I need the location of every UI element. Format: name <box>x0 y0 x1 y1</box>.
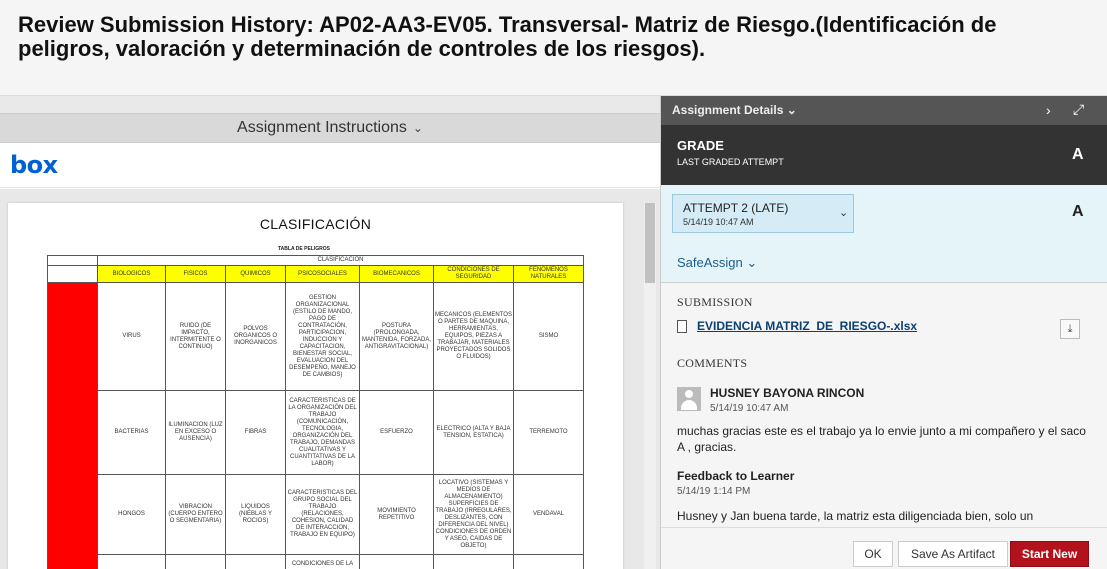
table-cell <box>513 554 584 569</box>
table-cell: MECANICOS (ELEMENTOS O PARTES DE MAQUINA… <box>433 282 514 391</box>
file-icon <box>677 320 687 334</box>
comment-date: 5/14/19 10:47 AM <box>710 403 789 414</box>
details-panel: Assignment Details ⌄ › ⤢ GRADE LAST GRAD… <box>660 96 1107 569</box>
table-cell: RUIDO (DE IMPACTO, INTERMITENTE O CONTIN… <box>165 282 226 391</box>
submission-file-link[interactable]: EVIDENCIA MATRIZ_DE_RIESGO-.xlsx <box>697 319 917 333</box>
table-cell <box>47 255 98 266</box>
grade-value: A <box>1072 146 1084 163</box>
table-cell: HONGOS <box>97 474 166 555</box>
table-cell: VIRUS <box>97 282 166 391</box>
page-header: Review Submission History: AP02-AA3-EV05… <box>0 0 1107 96</box>
table-cell <box>433 554 514 569</box>
viewer-scrollbar[interactable] <box>644 203 656 569</box>
panel-spacer <box>0 96 660 113</box>
instructions-panel: Assignment Instructions ⌄ box CLASIFICACI… <box>0 96 660 569</box>
grade-sublabel: LAST GRADED ATTEMPT <box>677 157 784 167</box>
feedback-heading: Feedback to Learner <box>677 469 795 483</box>
attempt-select[interactable]: ATTEMPT 2 (LATE) 5/14/19 10:47 AM ⌄ <box>672 194 854 233</box>
table-cell: VENDAVAL <box>513 474 584 555</box>
table-cell <box>225 554 286 569</box>
classification-header: CLASIFICACION <box>97 255 584 266</box>
submission-label: SUBMISSION <box>677 295 753 309</box>
table-cell: CARACTERISTICAS DEL GRUPO SOCIAL DEL TRA… <box>285 474 360 555</box>
submission-file: EVIDENCIA MATRIZ_DE_RIESGO-.xlsx <box>677 319 917 334</box>
download-icon[interactable]: ⤓ <box>1060 319 1080 339</box>
document-viewer[interactable]: CLASIFICACIÓN TABLA DE PELIGROS CLASIFIC… <box>0 189 660 569</box>
table-cell: TERREMOTO <box>513 390 584 475</box>
table-cell: SISMO <box>513 282 584 391</box>
table-cell: CARACTERISTICAS DE LA ORGANIZACIÓN DEL T… <box>285 390 360 475</box>
column-header: BIOMECANICOS <box>359 265 434 283</box>
ok-button[interactable]: OK <box>853 541 893 567</box>
page-title: Review Submission History: AP02-AA3-EV05… <box>18 12 997 61</box>
table-cell: LIQUIDOS (NIEBLAS Y ROCIOS) <box>225 474 286 555</box>
scrollbar-thumb[interactable] <box>645 203 655 283</box>
table-row: HONGOS VIBRACION (CUERPO ENTERO O SEGMEN… <box>48 474 584 555</box>
table-row: BIOLOGICOS FISICOS QUIMICOS PSICOSOCIALE… <box>47 265 584 283</box>
table-cell: FIBRAS <box>225 390 286 475</box>
column-header: FENOMENOS NATURALES <box>513 265 584 283</box>
table-cell: BACTERIAS <box>97 390 166 475</box>
assignment-details-toggle[interactable]: Assignment Details ⌄ <box>672 103 797 117</box>
attempt-grade: A <box>1072 203 1084 220</box>
box-viewer-bar: box <box>0 143 660 188</box>
hazard-table: CLASIFICACION BIOLOGICOS FISICOS QUIMICO… <box>47 255 584 569</box>
table-cell: ESFUERZO <box>359 390 434 475</box>
table-cell: GESTION ORGANIZACIONAL (ESTILO DE MANDO,… <box>285 282 360 391</box>
column-header: PSICOSOCIALES <box>285 265 360 283</box>
table-cell: MOVIMIENTO REPETITIVO <box>359 474 434 555</box>
chevron-right-icon[interactable]: › <box>1046 102 1051 118</box>
attempt-date: 5/14/19 10:47 AM <box>683 217 754 227</box>
feedback-date: 5/14/19 1:14 PM <box>677 486 751 497</box>
attempt-section: ATTEMPT 2 (LATE) 5/14/19 10:47 AM ⌄ A Sa… <box>661 185 1107 283</box>
feedback-text: Husney y Jan buena tarde, la matriz esta… <box>677 509 1034 523</box>
table-cell: POSTURA (PROLONGADA, MANTENIDA, FORZADA,… <box>359 282 434 391</box>
comments-label: COMMENTS <box>677 356 748 370</box>
attempt-label: ATTEMPT 2 (LATE) <box>683 201 789 215</box>
box-logo: box <box>10 151 58 179</box>
column-header: CONDICIONES DE SEGURIDAD <box>433 265 514 283</box>
table-cell: ILUMINACION (LUZ EN EXCESO O AUSENCIA) <box>165 390 226 475</box>
table-cell <box>359 554 434 569</box>
chevron-down-icon: ⌄ <box>839 207 849 219</box>
document-page: CLASIFICACIÓN TABLA DE PELIGROS CLASIFIC… <box>8 203 623 569</box>
column-header: BIOLOGICOS <box>97 265 166 283</box>
grade-label: GRADE <box>677 138 724 153</box>
assignment-instructions-label: Assignment Instructions <box>237 119 407 136</box>
table-cell <box>97 554 166 569</box>
assignment-instructions-toggle[interactable]: Assignment Instructions ⌄ <box>0 113 660 143</box>
column-header: FISICOS <box>165 265 226 283</box>
chevron-down-icon: ⌄ <box>746 255 758 270</box>
table-cell <box>165 554 226 569</box>
chevron-down-icon: ⌄ <box>786 103 797 117</box>
chevron-down-icon: ⌄ <box>412 121 423 135</box>
table-cell: POLVOS ORGANICOS O INORGANICOS <box>225 282 286 391</box>
table-row: VIRUS RUIDO (DE IMPACTO, INTERMITENTE O … <box>47 282 584 569</box>
table-title: TABLA DE PELIGROS <box>278 246 330 252</box>
grade-section: GRADE LAST GRADED ATTEMPT A <box>661 125 1107 185</box>
table-cell: LOCATIVO (SISTEMAS Y MEDIOS DE ALMACENAM… <box>433 474 514 555</box>
assignment-details-bar: Assignment Details ⌄ › ⤢ <box>661 96 1107 125</box>
comment-text: muchas gracias este es el trabajo ya lo … <box>677 424 1086 454</box>
column-header: QUIMICOS <box>225 265 286 283</box>
table-cell <box>47 265 98 283</box>
table-row: CLASIFICACION <box>47 255 584 266</box>
start-new-button[interactable]: Start New <box>1010 541 1089 567</box>
assignment-details-label: Assignment Details <box>672 103 784 117</box>
table-cell: ELECTRICO (ALTA Y BAJA TENSION, ESTATICA… <box>433 390 514 475</box>
save-as-artifact-button[interactable]: Save As Artifact <box>898 541 1008 567</box>
table-row: BACTERIAS ILUMINACION (LUZ EN EXCESO O A… <box>48 390 584 475</box>
table-cell: CONDICIONES DE LA <box>285 554 360 569</box>
table-cell: VIBRACION (CUERPO ENTERO O SEGMENTARIA) <box>165 474 226 555</box>
comment-author: HUSNEY BAYONA RINCON <box>710 386 865 400</box>
action-footer: OK Save As Artifact Start New <box>661 527 1107 569</box>
red-category-cell <box>47 282 98 569</box>
expand-icon[interactable]: ⤢ <box>1073 101 1084 118</box>
safeassign-label: SafeAssign <box>677 255 743 270</box>
safeassign-toggle[interactable]: SafeAssign ⌄ <box>677 255 757 271</box>
table-row: CONDICIONES DE LA <box>48 554 584 569</box>
document-title: CLASIFICACIÓN <box>259 216 372 232</box>
avatar <box>677 387 701 411</box>
